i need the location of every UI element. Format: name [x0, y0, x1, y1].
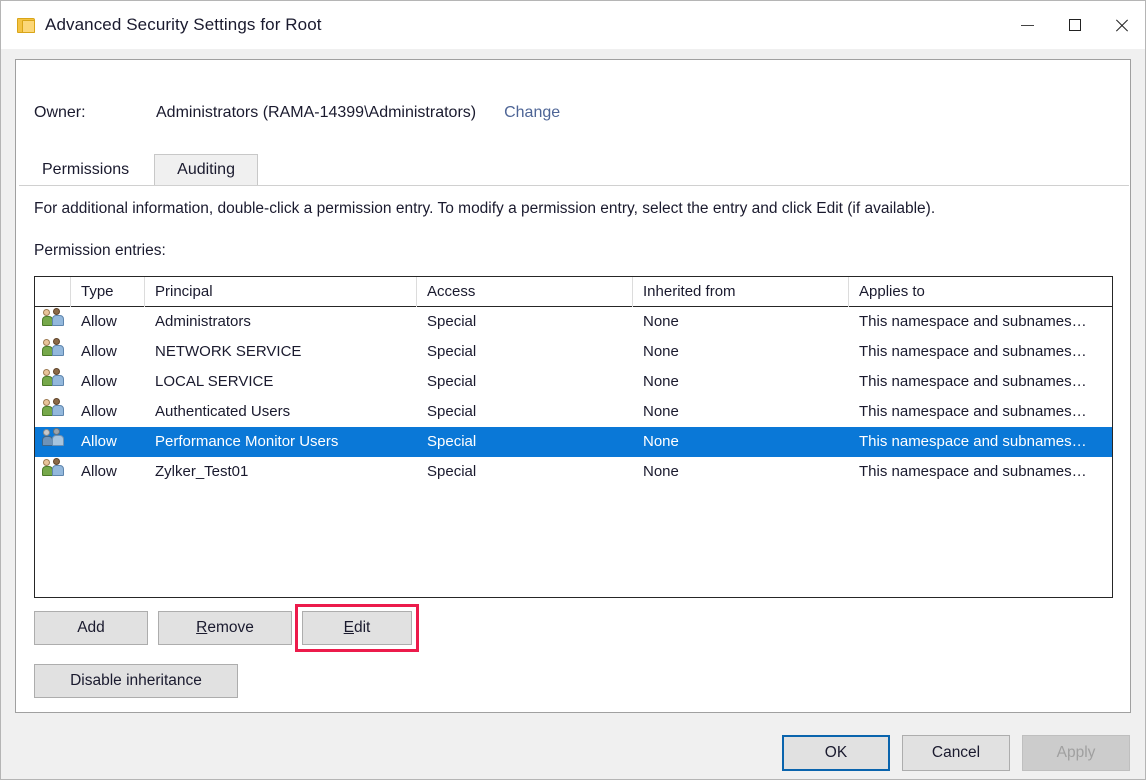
tab-permissions[interactable]: Permissions	[19, 154, 153, 185]
tab-strip: Permissions Auditing	[19, 154, 1129, 186]
cancel-button[interactable]: Cancel	[902, 735, 1010, 771]
row-principal: Zylker_Test01	[155, 463, 249, 480]
column-header-principal[interactable]: Principal	[145, 277, 417, 307]
advanced-security-settings-window: Advanced Security Settings for Root Owne…	[0, 0, 1146, 780]
apply-button: Apply	[1022, 735, 1130, 771]
row-inherited-from: None	[643, 463, 679, 480]
edit-rest: dit	[353, 619, 371, 636]
column-header-icon[interactable]	[35, 277, 71, 307]
row-inherited-from: None	[643, 403, 679, 420]
row-access: Special	[427, 313, 477, 330]
users-group-icon	[42, 427, 66, 447]
row-applies-to: This namespace and subnames…	[859, 343, 1087, 360]
add-button[interactable]: Add	[34, 611, 148, 645]
close-icon	[1114, 18, 1129, 33]
remove-button-label: Remove	[196, 619, 254, 637]
table-row[interactable]: Allow LOCAL SERVICE Special None This na…	[35, 367, 1112, 397]
row-principal: Administrators	[155, 313, 251, 330]
row-type: Allow	[81, 433, 117, 450]
table-row-selected[interactable]: Allow Performance Monitor Users Special …	[35, 427, 1112, 457]
row-icon-cell	[35, 307, 71, 337]
row-icon-cell	[35, 367, 71, 397]
row-icon-cell	[35, 337, 71, 367]
folder-icon	[17, 17, 35, 33]
row-icon-cell	[35, 457, 71, 487]
table-row[interactable]: Allow Authenticated Users Special None T…	[35, 397, 1112, 427]
remove-rest: emove	[207, 619, 254, 636]
row-type: Allow	[81, 463, 117, 480]
column-header-access[interactable]: Access	[417, 277, 633, 307]
row-inherited-from: None	[643, 313, 679, 330]
edit-button-label: Edit	[344, 619, 371, 637]
tab-auditing[interactable]: Auditing	[154, 154, 258, 185]
remove-button[interactable]: Remove	[158, 611, 292, 645]
tab-permissions-label: Permissions	[42, 161, 130, 178]
row-applies-to: This namespace and subnames…	[859, 463, 1087, 480]
row-inherited-from: None	[643, 433, 679, 450]
disable-inheritance-button[interactable]: Disable inheritance	[34, 664, 238, 698]
row-icon-cell	[35, 427, 71, 457]
users-group-icon	[42, 397, 66, 417]
row-access: Special	[427, 403, 477, 420]
table-row[interactable]: Allow Administrators Special None This n…	[35, 307, 1112, 337]
owner-label: Owner:	[34, 104, 86, 121]
maximize-button[interactable]	[1051, 1, 1098, 49]
row-applies-to: This namespace and subnames…	[859, 433, 1087, 450]
row-principal: Authenticated Users	[155, 403, 291, 420]
change-owner-link[interactable]: Change	[504, 104, 560, 122]
content-panel: Owner: Administrators (RAMA-14399\Admini…	[15, 59, 1131, 713]
table-header-row: Type Principal Access Inherited from App…	[35, 277, 1112, 307]
minimize-icon	[1021, 24, 1034, 26]
row-inherited-from: None	[643, 343, 679, 360]
disable-inheritance-label: Disable inheritance	[70, 672, 202, 689]
row-principal: NETWORK SERVICE	[155, 343, 302, 360]
row-applies-to: This namespace and subnames…	[859, 373, 1087, 390]
column-header-applies-to[interactable]: Applies to	[849, 277, 1112, 307]
row-type: Allow	[81, 403, 117, 420]
row-applies-to: This namespace and subnames…	[859, 403, 1087, 420]
title-bar: Advanced Security Settings for Root	[1, 1, 1145, 49]
permission-entries-label: Permission entries:	[34, 242, 166, 259]
row-access: Special	[427, 433, 477, 450]
row-inherited-from: None	[643, 373, 679, 390]
maximize-icon	[1068, 19, 1081, 31]
add-button-label: Add	[77, 619, 105, 636]
owner-value: Administrators (RAMA-14399\Administrator…	[156, 104, 477, 121]
apply-button-label: Apply	[1056, 744, 1096, 761]
close-button[interactable]	[1098, 1, 1145, 49]
row-type: Allow	[81, 313, 117, 330]
dialog-footer: OK Cancel Apply	[1, 719, 1145, 771]
remove-accel: R	[196, 619, 208, 636]
users-group-icon	[42, 307, 66, 327]
tab-auditing-label: Auditing	[177, 161, 235, 178]
row-type: Allow	[81, 373, 117, 390]
owner-row: Owner: Administrators (RAMA-14399\Admini…	[34, 104, 560, 122]
table-row[interactable]: Allow NETWORK SERVICE Special None This …	[35, 337, 1112, 367]
row-principal: LOCAL SERVICE	[155, 373, 274, 390]
window-title: Advanced Security Settings for Root	[45, 15, 322, 34]
row-access: Special	[427, 463, 477, 480]
row-type: Allow	[81, 343, 117, 360]
permission-entries-list[interactable]: Type Principal Access Inherited from App…	[34, 276, 1113, 598]
window-controls	[1004, 1, 1145, 49]
edit-button[interactable]: Edit	[302, 611, 412, 645]
row-applies-to: This namespace and subnames…	[859, 313, 1087, 330]
row-principal: Performance Monitor Users	[155, 433, 339, 450]
row-access: Special	[427, 373, 477, 390]
ok-button-label: OK	[824, 744, 848, 761]
users-group-icon	[42, 367, 66, 387]
ok-button[interactable]: OK	[782, 735, 890, 771]
row-access: Special	[427, 343, 477, 360]
column-header-type[interactable]: Type	[71, 277, 145, 307]
minimize-button[interactable]	[1004, 1, 1051, 49]
cancel-button-label: Cancel	[931, 744, 981, 761]
edit-accel: E	[343, 619, 354, 636]
users-group-icon	[42, 457, 66, 477]
table-row[interactable]: Allow Zylker_Test01 Special None This na…	[35, 457, 1112, 487]
row-icon-cell	[35, 397, 71, 427]
column-header-inherited-from[interactable]: Inherited from	[633, 277, 849, 307]
users-group-icon	[42, 337, 66, 357]
info-text: For additional information, double-click…	[34, 200, 936, 217]
